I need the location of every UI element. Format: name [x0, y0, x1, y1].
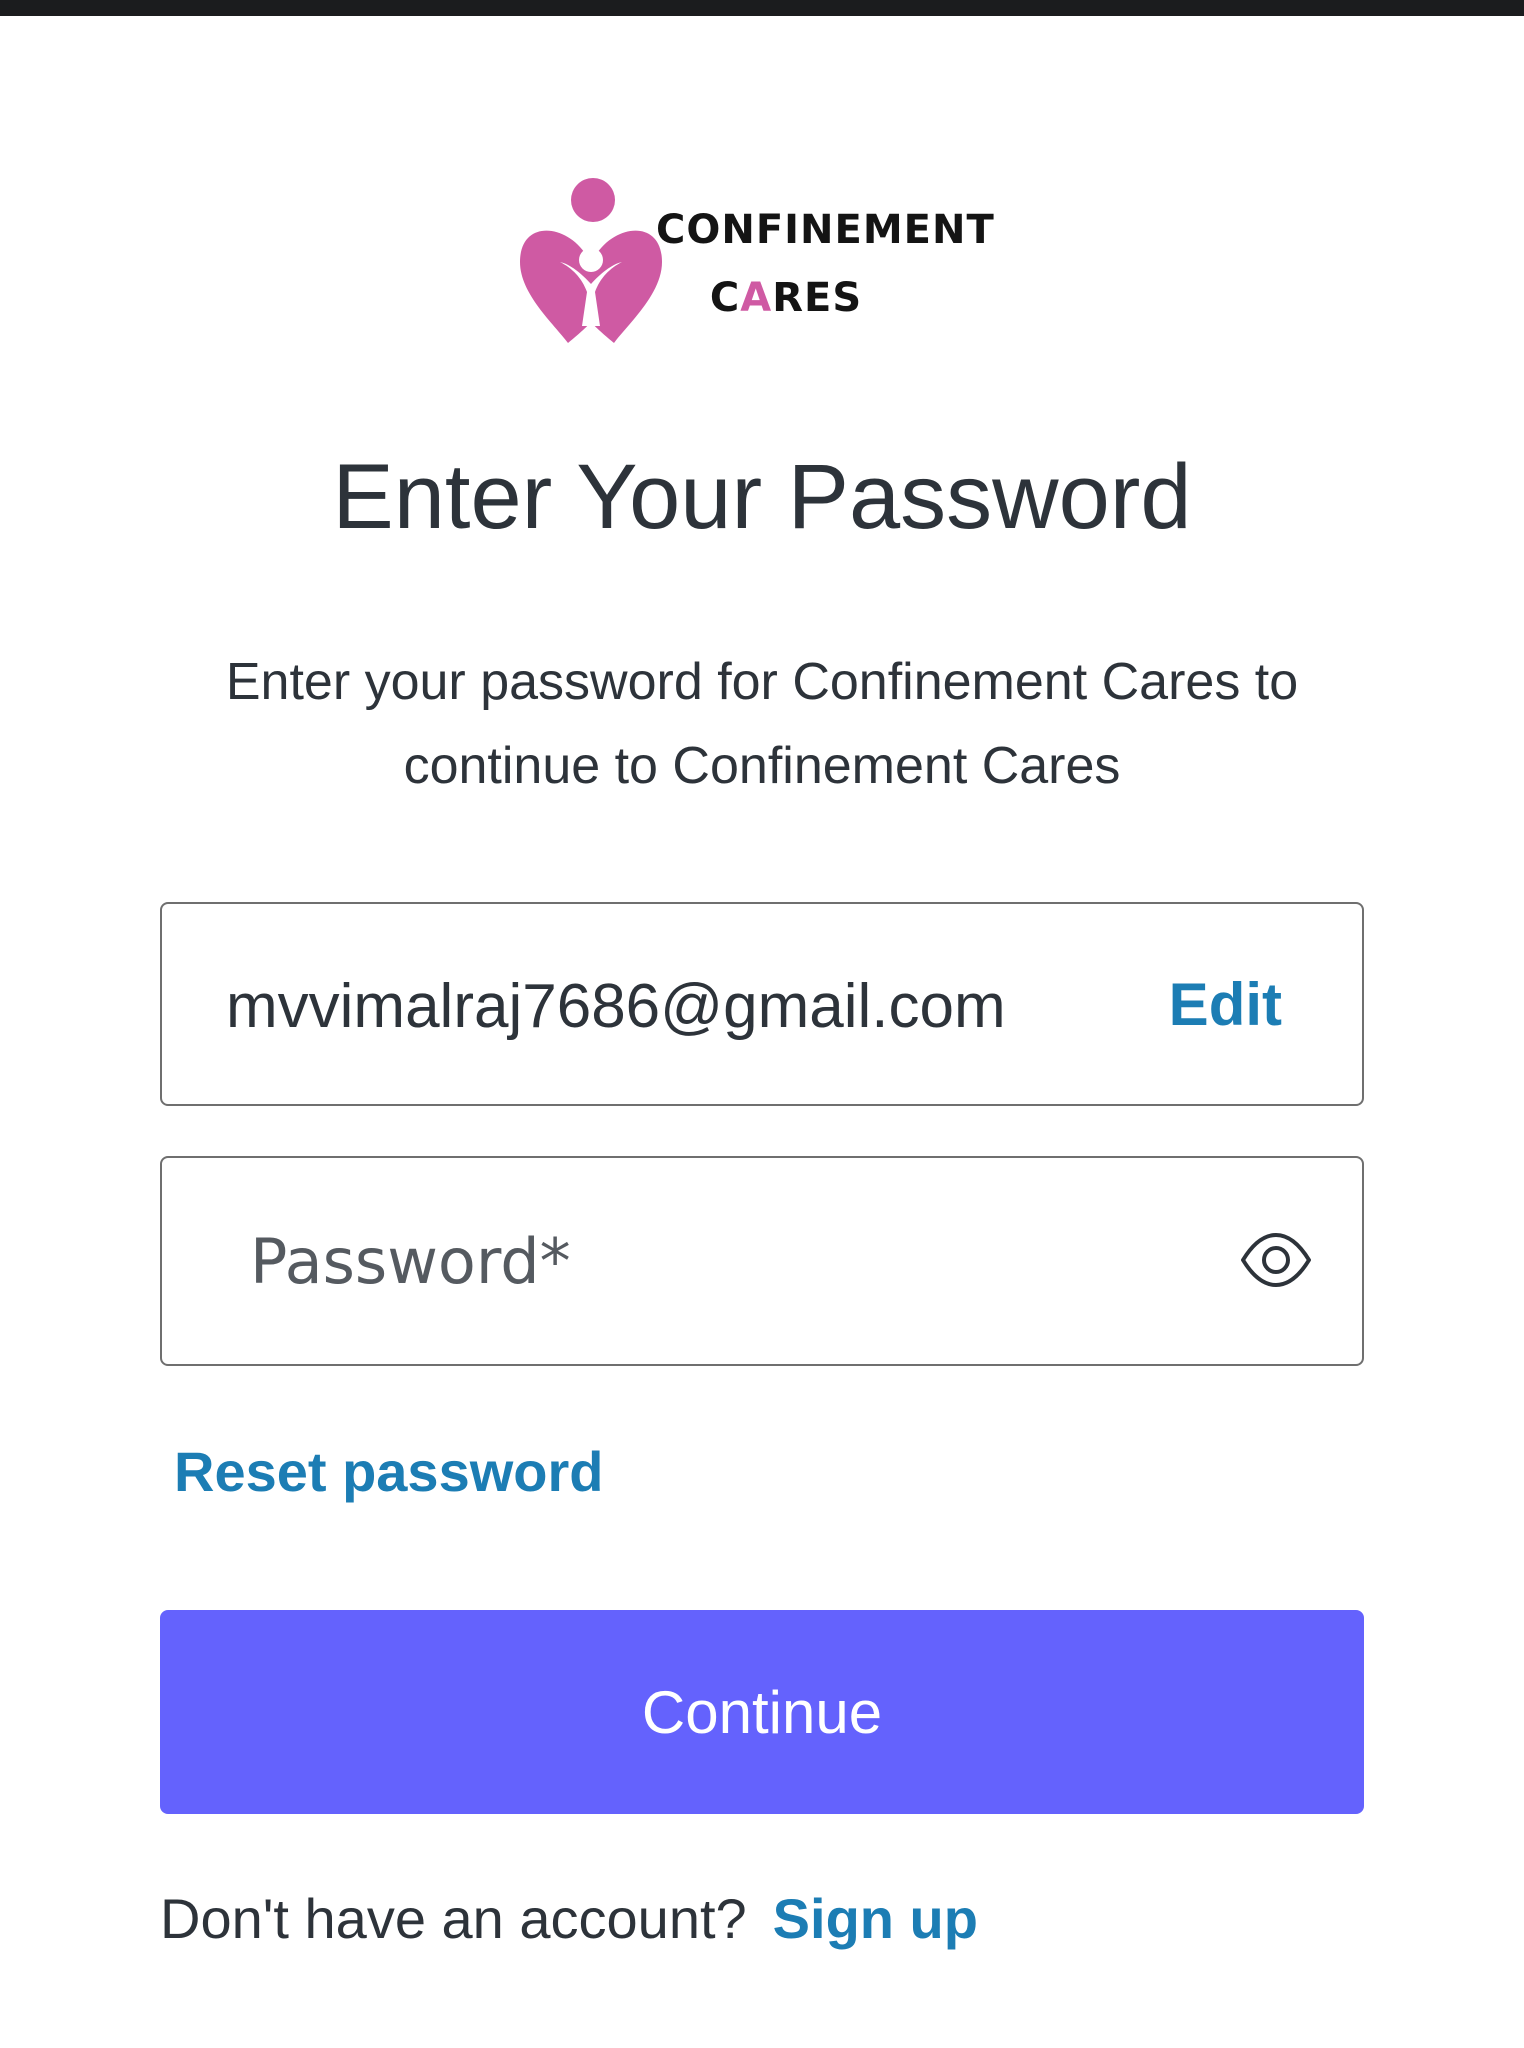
- brand-line-1: CONFINEMENT: [656, 207, 995, 253]
- brand-line-2-suffix: RES: [772, 275, 863, 321]
- page-title: Enter Your Password: [332, 446, 1192, 548]
- password-field[interactable]: [160, 1156, 1364, 1366]
- eye-icon[interactable]: [1240, 1228, 1312, 1292]
- signup-prompt: Don't have an account?: [160, 1887, 747, 1950]
- brand-wordmark: CONFINEMENT CARES: [656, 196, 995, 332]
- edit-email-link[interactable]: Edit: [1169, 970, 1282, 1040]
- top-status-bar: [0, 0, 1524, 16]
- page-subtitle: Enter your password for Confinement Care…: [225, 653, 1299, 795]
- brand-line-2: CARES: [656, 264, 946, 332]
- brand-line-2-accent: A: [740, 275, 773, 321]
- continue-button[interactable]: Continue: [160, 1610, 1364, 1814]
- password-input[interactable]: [250, 1216, 1150, 1306]
- email-value: mvvimalraj7686@gmail.com: [226, 972, 1006, 1041]
- email-display-field: mvvimalraj7686@gmail.com Edit: [160, 902, 1364, 1106]
- brand-logo: CONFINEMENT CARES: [516, 176, 1016, 348]
- sign-up-link[interactable]: Sign up: [773, 1887, 978, 1950]
- mother-heart-icon: [520, 178, 662, 343]
- signup-row: Don't have an account? Sign up: [160, 1886, 978, 1952]
- brand-line-2-prefix: C: [709, 275, 741, 321]
- reset-password-link[interactable]: Reset password: [174, 1440, 604, 1504]
